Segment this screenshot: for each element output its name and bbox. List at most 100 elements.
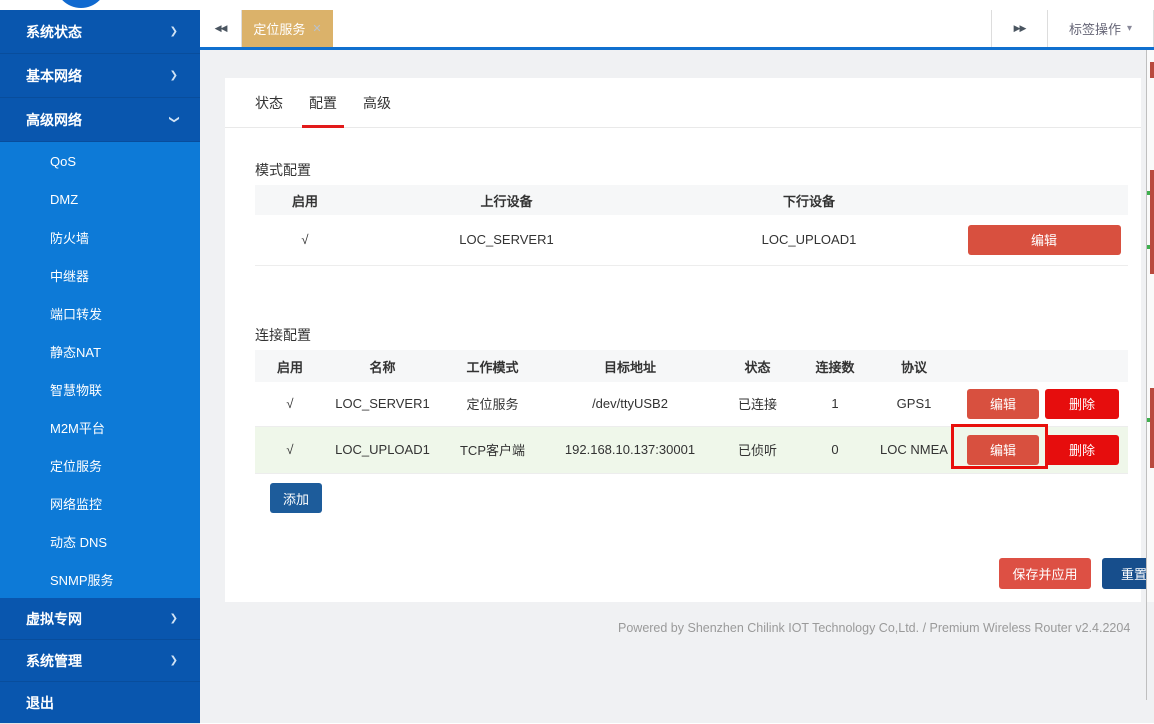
conn-row2-delete-button[interactable]: 删除	[1045, 435, 1119, 465]
mode-col-actions	[960, 185, 1128, 215]
add-button[interactable]: 添加	[270, 483, 322, 513]
sidebar-submenu: QoS DMZ 防火墙 中继器 端口转发 静态NAT 智慧物联 M2M平台 定位…	[0, 142, 200, 598]
tab-operations-dropdown[interactable]: 标签操作 ▾	[1047, 10, 1154, 47]
close-icon[interactable]: ✕	[312, 22, 321, 35]
conn-work-mode-value: 定位服务	[440, 382, 545, 426]
tab-operations-label: 标签操作	[1069, 19, 1121, 38]
conn-col-connection-count: 连接数	[800, 350, 870, 382]
table-row: √ LOC_UPLOAD1 TCP客户端 192.168.10.137:3000…	[255, 426, 1128, 473]
sidebar-subitem-dmz[interactable]: DMZ	[0, 180, 200, 218]
mode-col-downstream-device: 下行设备	[658, 185, 960, 215]
connection-config-table: 启用 名称 工作模式 目标地址 状态 连接数 协议 √ LOC_SERVER1 …	[255, 350, 1128, 474]
chevron-down-icon: ❯	[168, 115, 179, 123]
chevron-right-icon: ❯	[170, 655, 178, 666]
mode-enabled-check: √	[255, 215, 355, 265]
conn-col-target-address: 目标地址	[545, 350, 715, 382]
clipped-content-mark	[1147, 191, 1150, 195]
conn-col-status: 状态	[715, 350, 800, 382]
sidebar-subitem-m2m-platform[interactable]: M2M平台	[0, 408, 200, 446]
conn-work-mode-value: TCP客户端	[440, 426, 545, 473]
content-tabs: 状态 配置 高级	[225, 78, 1141, 128]
sidebar-item-label: 系统状态	[26, 22, 82, 42]
sidebar-subitem-port-forwarding[interactable]: 端口转发	[0, 294, 200, 332]
chevron-right-icon: ❯	[170, 26, 178, 37]
sidebar-subitem-network-monitor[interactable]: 网络监控	[0, 484, 200, 522]
sidebar-item-vpn[interactable]: 虚拟专网 ❯	[0, 598, 200, 640]
clipped-button-sliver	[1150, 170, 1154, 274]
double-chevron-right-icon: ▶▶	[1014, 23, 1026, 34]
sidebar-subitem-repeater[interactable]: 中继器	[0, 256, 200, 294]
sidebar-item-label: 高级网络	[26, 110, 82, 130]
conn-enabled-check: √	[255, 426, 325, 473]
sidebar-subitem-smart-iot[interactable]: 智慧物联	[0, 370, 200, 408]
mode-config-table: 启用 上行设备 下行设备 √ LOC_SERVER1 LOC_UPLOAD1 编…	[255, 185, 1128, 266]
sidebar-item-basic-network[interactable]: 基本网络 ❯	[0, 54, 200, 98]
connection-config-section-title: 连接配置	[255, 325, 311, 345]
tab-bar: ◀◀ 定位服务 ✕ ▶▶ 标签操作 ▾	[200, 10, 1154, 50]
double-chevron-left-icon: ◀◀	[215, 23, 227, 34]
clipped-button-sliver	[1150, 388, 1154, 468]
logo-icon	[55, 0, 107, 8]
table-row: √ LOC_SERVER1 LOC_UPLOAD1 编辑	[255, 215, 1128, 265]
clipped-content-mark	[1147, 245, 1150, 249]
caret-down-icon: ▾	[1127, 23, 1132, 34]
sidebar-subitem-dynamic-dns[interactable]: 动态 DNS	[0, 522, 200, 560]
sidebar-item-label: 退出	[26, 693, 54, 713]
sidebar-subitem-location-service[interactable]: 定位服务	[0, 446, 200, 484]
conn-status-value: 已连接	[715, 382, 800, 426]
chevron-right-icon: ❯	[170, 613, 178, 624]
scroll-tabs-left-button[interactable]: ◀◀	[200, 10, 242, 47]
sidebar-item-system-status[interactable]: 系统状态 ❯	[0, 10, 200, 54]
conn-enabled-check: √	[255, 382, 325, 426]
conn-col-work-mode: 工作模式	[440, 350, 545, 382]
tab-label: 定位服务	[253, 19, 305, 38]
conn-name-value: LOC_UPLOAD1	[325, 426, 440, 473]
conn-name-value: LOC_SERVER1	[325, 382, 440, 426]
sidebar-item-advanced-network[interactable]: 高级网络 ❯	[0, 98, 200, 142]
conn-target-address-value: /dev/ttyUSB2	[545, 382, 715, 426]
conn-col-name: 名称	[325, 350, 440, 382]
sidebar-subitem-snmp-service[interactable]: SNMP服务	[0, 560, 200, 598]
tabbar-spacer	[333, 10, 991, 47]
conn-col-enabled: 启用	[255, 350, 325, 382]
sidebar-subitem-qos[interactable]: QoS	[0, 142, 200, 180]
tab-location-service[interactable]: 定位服务 ✕	[242, 10, 333, 47]
table-row: √ LOC_SERVER1 定位服务 /dev/ttyUSB2 已连接 1 GP…	[255, 382, 1128, 426]
clipped-content-strip	[1147, 50, 1154, 602]
sidebar-item-system-management[interactable]: 系统管理 ❯	[0, 640, 200, 682]
tab-config[interactable]: 配置	[309, 78, 337, 128]
chevron-right-icon: ❯	[170, 70, 178, 81]
sidebar-subitem-static-nat[interactable]: 静态NAT	[0, 332, 200, 370]
sidebar-subitem-firewall[interactable]: 防火墙	[0, 218, 200, 256]
sidebar: 系统状态 ❯ 基本网络 ❯ 高级网络 ❯ QoS DMZ 防火墙 中继器 端口转…	[0, 10, 200, 723]
sidebar-item-label: 虚拟专网	[26, 609, 82, 629]
conn-count-value: 0	[800, 426, 870, 473]
conn-target-address-value: 192.168.10.137:30001	[545, 426, 715, 473]
conn-col-protocol: 协议	[870, 350, 958, 382]
conn-protocol-value: GPS1	[870, 382, 958, 426]
clipped-content-mark	[1147, 418, 1150, 422]
scroll-tabs-right-button[interactable]: ▶▶	[991, 10, 1047, 47]
conn-protocol-value: LOC NMEA	[870, 426, 958, 473]
mode-col-upstream-device: 上行设备	[355, 185, 658, 215]
conn-row2-edit-button[interactable]: 编辑	[967, 435, 1039, 465]
mode-edit-button[interactable]: 编辑	[968, 225, 1121, 255]
mode-col-enabled: 启用	[255, 185, 355, 215]
conn-status-value: 已侦听	[715, 426, 800, 473]
sidebar-item-logout[interactable]: 退出	[0, 682, 200, 724]
conn-col-actions	[958, 350, 1128, 382]
sidebar-item-label: 基本网络	[26, 66, 82, 86]
top-strip	[0, 0, 1154, 10]
footer-credit: Powered by Shenzhen Chilink IOT Technolo…	[618, 621, 1130, 635]
mode-upstream-value: LOC_SERVER1	[355, 215, 658, 265]
tab-advanced[interactable]: 高级	[363, 78, 391, 128]
mode-downstream-value: LOC_UPLOAD1	[658, 215, 960, 265]
tab-status[interactable]: 状态	[255, 78, 283, 128]
sidebar-item-label: 系统管理	[26, 651, 82, 671]
clipped-button-sliver	[1150, 62, 1154, 78]
conn-row1-edit-button[interactable]: 编辑	[967, 389, 1039, 419]
conn-row1-delete-button[interactable]: 删除	[1045, 389, 1119, 419]
content-card: 状态 配置 高级 模式配置 启用 上行设备 下行设备 √ LOC_SERVER1…	[225, 78, 1141, 602]
mode-config-section-title: 模式配置	[255, 160, 311, 180]
save-and-apply-button[interactable]: 保存并应用	[999, 558, 1091, 589]
